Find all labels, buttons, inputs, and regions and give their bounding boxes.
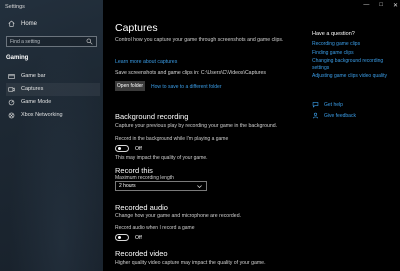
game-mode-icon xyxy=(8,99,15,106)
background-recording-toggle-label: Record in the background while I'm playi… xyxy=(115,136,229,142)
maximize-button[interactable]: □ xyxy=(379,2,383,9)
search-icon[interactable] xyxy=(86,38,93,45)
sidebar-item-game-bar[interactable]: Game bar xyxy=(6,70,100,83)
minimize-button[interactable]: — xyxy=(363,2,369,9)
close-button[interactable]: ✕ xyxy=(393,2,398,9)
max-length-dropdown[interactable]: 2 hours xyxy=(115,181,207,191)
get-help-link[interactable]: Get help xyxy=(312,101,343,108)
main-content: — □ ✕ Captures Control how you capture y… xyxy=(103,0,400,271)
record-this-heading: Record this xyxy=(115,166,153,175)
page-title: Captures xyxy=(115,22,158,34)
help-link-recording-clips[interactable]: Recording game clips xyxy=(312,41,396,48)
home-icon xyxy=(8,20,15,27)
open-folder-button[interactable]: Open folder xyxy=(115,81,145,91)
question-title: Have a question? xyxy=(312,31,355,37)
record-audio-toggle-row: Off xyxy=(115,234,142,241)
search-placeholder: Find a setting xyxy=(10,38,41,45)
window-title: Settings xyxy=(5,4,25,10)
sidebar-item-label: Game bar xyxy=(21,73,46,80)
chevron-down-icon xyxy=(196,183,203,190)
game-bar-icon xyxy=(8,73,15,80)
toggle-state: Off xyxy=(135,145,142,152)
get-help-label: Get help xyxy=(324,101,343,108)
record-audio-toggle[interactable] xyxy=(115,234,129,241)
sidebar-item-captures[interactable]: Captures xyxy=(6,83,100,96)
search-input[interactable]: Find a setting xyxy=(6,36,97,47)
sidebar-item-game-mode[interactable]: Game Mode xyxy=(6,96,100,109)
sidebar-item-xbox-networking[interactable]: Xbox Networking xyxy=(6,109,100,122)
sidebar: Settings Home Find a setting Gaming Game… xyxy=(0,0,103,271)
page-description: Control how you capture your game throug… xyxy=(115,37,284,43)
window-controls: — □ ✕ xyxy=(363,2,398,9)
background-recording-subtitle: Capture your previous play by recording … xyxy=(115,123,278,129)
save-location-text: Save screenshots and game clips in: C:\U… xyxy=(115,70,266,76)
background-recording-toggle-row: Off xyxy=(115,145,142,152)
recorded-audio-heading: Recorded audio xyxy=(115,203,168,212)
xbox-icon xyxy=(8,112,15,119)
sidebar-item-label: Game Mode xyxy=(21,99,52,106)
help-link-video-quality[interactable]: Adjusting game clips video quality xyxy=(312,73,396,80)
background-recording-toggle[interactable] xyxy=(115,145,129,152)
chat-help-icon xyxy=(312,101,319,108)
feedback-icon xyxy=(312,112,319,119)
sidebar-nav: Game bar Captures Game Mode Xbox Network… xyxy=(6,70,100,122)
record-audio-toggle-label: Record audio when I record a game xyxy=(115,225,195,231)
help-link-background-settings[interactable]: Changing background recording settings xyxy=(312,58,396,71)
captures-icon xyxy=(8,86,15,93)
toggle-state: Off xyxy=(135,234,142,241)
learn-more-link[interactable]: Learn more about captures xyxy=(115,59,177,65)
give-feedback-label: Give feedback xyxy=(324,112,356,119)
related-links-panel: Have a question? Recording game clips Fi… xyxy=(312,31,396,82)
recorded-video-heading: Recorded video xyxy=(115,249,168,258)
sidebar-item-label: Xbox Networking xyxy=(21,112,63,119)
sidebar-section-title: Gaming xyxy=(6,55,29,61)
different-folder-link[interactable]: How to save to a different folder xyxy=(151,84,222,90)
recorded-video-subtitle: Higher quality video capture may impact … xyxy=(115,260,266,266)
dropdown-value: 2 hours xyxy=(119,183,136,189)
home-nav-item[interactable]: Home xyxy=(8,20,37,27)
recorded-audio-subtitle: Change how your game and microphone are … xyxy=(115,213,242,219)
background-recording-heading: Background recording xyxy=(115,112,189,121)
background-recording-note: This may impact the quality of your game… xyxy=(115,155,208,161)
give-feedback-link[interactable]: Give feedback xyxy=(312,112,356,119)
help-link-finding-clips[interactable]: Finding game clips xyxy=(312,50,396,57)
sidebar-item-label: Captures xyxy=(21,86,44,93)
home-label: Home xyxy=(21,20,38,27)
